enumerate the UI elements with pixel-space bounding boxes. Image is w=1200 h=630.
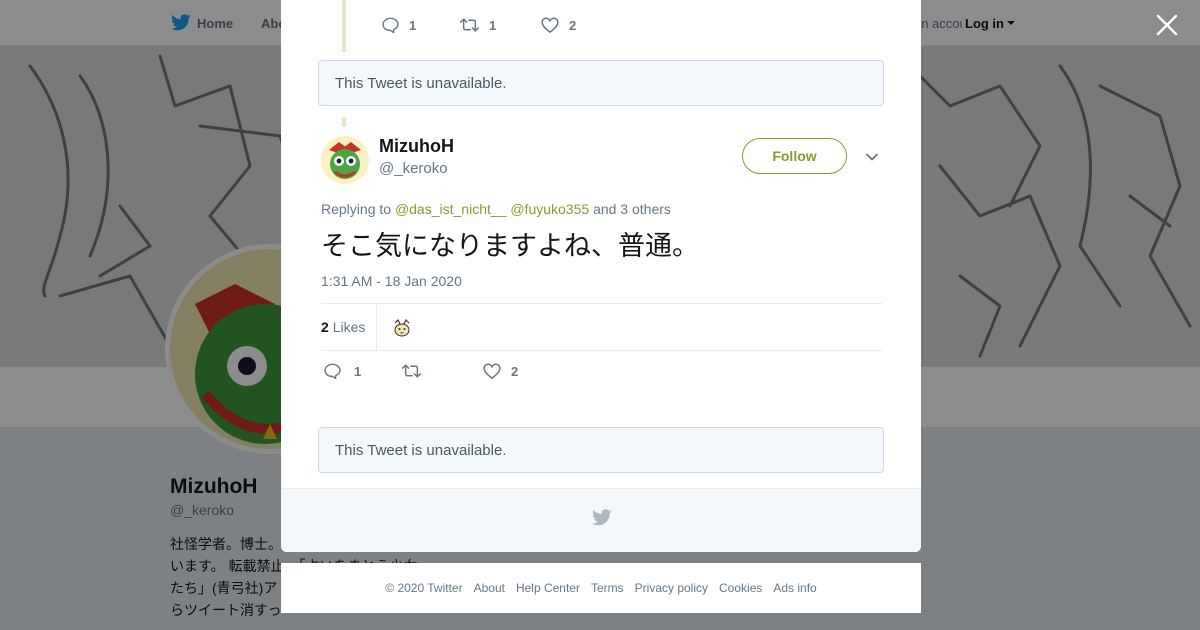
thread-connector: [342, 117, 346, 127]
author-avatar[interactable]: [321, 136, 369, 184]
footer-link-help-center[interactable]: Help Center: [516, 581, 580, 595]
replying-others[interactable]: and 3 others: [593, 201, 671, 217]
replying-to: Replying to @das_ist_nicht__ @fuyuko355 …: [321, 201, 671, 217]
retweet-action[interactable]: [402, 363, 431, 379]
stats-divider: [376, 304, 377, 351]
tweet-timestamp[interactable]: 1:31 AM - 18 Jan 2020: [321, 273, 462, 289]
like-count: 2: [511, 363, 519, 379]
liker-avatar[interactable]: [391, 317, 413, 339]
thread-connector: [342, 0, 346, 52]
follow-button[interactable]: Follow: [742, 138, 847, 174]
like-action[interactable]: 2: [483, 363, 518, 379]
heart-icon: [483, 363, 501, 379]
reply-icon: [382, 17, 399, 33]
mention-link[interactable]: @fuyuko355: [510, 201, 589, 217]
reply-icon: [324, 363, 341, 379]
likes-label: Likes: [332, 319, 366, 335]
footer-link-terms[interactable]: Terms: [591, 581, 624, 595]
footer-link-cookies[interactable]: Cookies: [719, 581, 762, 595]
tweet-text: そこ気になりますよね、普通。: [321, 231, 699, 262]
like-count: 2: [569, 17, 577, 33]
twitter-bird-icon: [592, 509, 612, 526]
footer-link-ads-info[interactable]: Ads info: [773, 581, 816, 595]
reply-action[interactable]: 1: [324, 363, 361, 379]
copyright: © 2020 Twitter: [385, 581, 463, 595]
retweet-count: 1: [489, 17, 497, 33]
page-footer: © 2020 Twitter About Help Center Terms P…: [281, 563, 921, 613]
frog-avatar-illustration: [321, 136, 369, 184]
reply-count: 1: [409, 17, 417, 33]
reply-count: 1: [354, 363, 362, 379]
heart-icon: [541, 17, 559, 33]
likes-count: 2: [321, 319, 329, 335]
replying-prefix: Replying to: [321, 201, 392, 217]
retweet-icon: [460, 18, 479, 32]
retweet-action[interactable]: 1: [460, 17, 496, 33]
close-icon[interactable]: [1155, 13, 1179, 37]
unavailable-tweet-notice: This Tweet is unavailable.: [318, 427, 884, 473]
tweet-modal: 1 1 2 This Tweet is unavailable. MizuhoH…: [281, 0, 921, 552]
unavailable-tweet-notice: This Tweet is unavailable.: [318, 60, 884, 106]
modal-footer: [281, 488, 921, 552]
mention-link[interactable]: @das_ist_nicht__: [395, 201, 507, 217]
retweet-icon: [402, 364, 421, 378]
footer-link-privacy[interactable]: Privacy policy: [635, 581, 708, 595]
tweet-stats: 2 Likes: [321, 303, 882, 351]
reply-action[interactable]: 1: [382, 17, 416, 33]
likes-stat[interactable]: 2 Likes: [321, 319, 365, 335]
like-action[interactable]: 2: [541, 17, 576, 33]
footer-link-about[interactable]: About: [474, 581, 505, 595]
author-handle[interactable]: @_keroko: [379, 160, 448, 177]
chevron-down-icon[interactable]: [865, 150, 879, 164]
author-name[interactable]: MizuhoH: [379, 136, 454, 157]
